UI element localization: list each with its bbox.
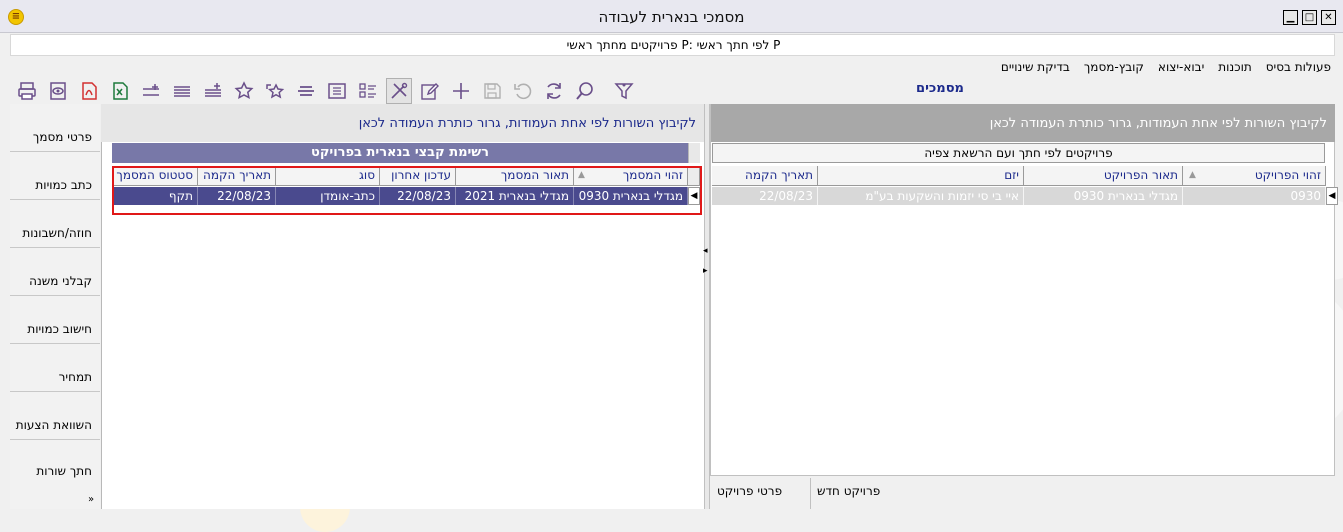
checklist-button[interactable] xyxy=(355,78,381,104)
add-lines-button[interactable] xyxy=(200,78,226,104)
tab-subcontractors[interactable]: קבלני משנה xyxy=(10,248,100,296)
tab-bill-of-quantities[interactable]: כתב כמויות xyxy=(10,152,100,200)
collapse-right-icon[interactable]: ▸ xyxy=(703,266,708,276)
maximize-button[interactable]: □ xyxy=(1302,10,1317,25)
printer-icon xyxy=(18,82,36,100)
print-button[interactable] xyxy=(14,78,40,104)
new-project-tab[interactable]: פרויקט חדש xyxy=(817,484,880,502)
preview-button[interactable] xyxy=(45,78,71,104)
cell-project-id[interactable]: 0930 xyxy=(1183,187,1326,205)
lines-button[interactable] xyxy=(169,78,195,104)
save-icon xyxy=(484,83,501,99)
preview-icon xyxy=(50,82,66,100)
lines-add-icon xyxy=(205,83,221,97)
tab-separator xyxy=(810,478,811,509)
search-icon xyxy=(576,82,593,100)
subtitle: פרויקטים מחתך ראשי P: לפי חתך ראשי P xyxy=(566,38,781,52)
undo-icon xyxy=(514,83,532,100)
grid-title: רשימת קבצי בנארית בפרויקט xyxy=(112,143,688,163)
save-button[interactable] xyxy=(479,78,505,104)
menu-bar: פעולות בסיס תוכנות יבוא-יצוא קובץ-מסמך ב… xyxy=(1001,60,1331,78)
panel-title: מסמכים xyxy=(916,81,964,96)
align-icon xyxy=(143,84,159,96)
refresh-icon xyxy=(547,83,561,99)
group-by-hint[interactable]: לקיבוץ השורות לפי אחת העמודות, גרור כותר… xyxy=(101,104,704,142)
cell-project-description[interactable]: מגדלי בנארית 0930 xyxy=(1024,187,1183,205)
tools-icon xyxy=(391,82,408,99)
lines-icon xyxy=(174,86,190,97)
menu-item-check-changes[interactable]: בדיקת שינויים xyxy=(1001,60,1070,78)
filter-button[interactable] xyxy=(611,78,637,104)
window-title: מסמכי בנארית לעבודה xyxy=(598,8,745,26)
list-button[interactable] xyxy=(293,78,319,104)
search-button[interactable] xyxy=(572,78,598,104)
pdf-icon xyxy=(82,82,97,100)
grid-title: פרויקטים לפי חתך ועם הרשאת צפיה xyxy=(712,143,1325,163)
checklist-icon xyxy=(359,83,376,98)
tab-contract-invoices[interactable]: חוזה/חשבונות xyxy=(10,200,100,248)
star-back-icon xyxy=(266,83,285,99)
tabs-more-icon[interactable]: » xyxy=(88,494,94,505)
menu-item-import-export[interactable]: יבוא-יצוא xyxy=(1158,60,1204,78)
edit-button[interactable] xyxy=(417,78,443,104)
plus-icon xyxy=(453,83,469,99)
fit-button[interactable] xyxy=(324,78,350,104)
menu-item-basic-actions[interactable]: פעולות בסיס xyxy=(1266,60,1331,78)
row-indicator-icon[interactable]: ◀ xyxy=(1326,187,1338,205)
close-button[interactable]: ✕ xyxy=(1321,10,1336,25)
project-details-tab[interactable]: פרטי פרויקט xyxy=(717,484,782,502)
menu-item-programs[interactable]: תוכנות xyxy=(1218,60,1251,78)
undo-button[interactable] xyxy=(510,78,536,104)
export-pdf-button[interactable] xyxy=(76,78,102,104)
grid-title-corner xyxy=(688,143,700,163)
add-button[interactable] xyxy=(448,78,474,104)
documents-panel xyxy=(101,104,704,509)
fit-icon xyxy=(328,83,346,99)
column-header-project-description[interactable]: תאור הפרויקט xyxy=(1024,166,1183,186)
tools-button[interactable] xyxy=(386,78,412,104)
align-button[interactable] xyxy=(138,78,164,104)
minimize-button[interactable]: ▁ xyxy=(1283,10,1298,25)
subtitle-bar: פרויקטים מחתך ראשי P: לפי חתך ראשי P xyxy=(10,34,1335,56)
excel-icon xyxy=(113,82,128,100)
highlight-box xyxy=(112,166,702,215)
star-icon xyxy=(234,81,254,100)
refresh-button[interactable] xyxy=(541,78,567,104)
filter-icon xyxy=(614,83,634,100)
collapse-left-icon[interactable]: ◂ xyxy=(703,246,708,256)
cell-developer[interactable]: איי בי סי יזמות והשקעות בע"מ xyxy=(818,187,1024,205)
tab-quantity-calc[interactable]: חישוב כמויות xyxy=(10,296,100,344)
column-header-project-id[interactable]: זהוי הפרויקט ▲ xyxy=(1183,166,1326,186)
toolbar xyxy=(14,78,637,104)
export-excel-button[interactable] xyxy=(107,78,133,104)
column-header-created-date[interactable]: תאריך הקמה xyxy=(712,166,818,186)
list-icon xyxy=(298,86,314,96)
menu-item-file-document[interactable]: קובץ-מסמך xyxy=(1084,60,1144,78)
side-tab-strip: פרטי מסמך כתב כמויות חוזה/חשבונות קבלני … xyxy=(10,104,100,509)
favorite-back-button[interactable] xyxy=(262,78,288,104)
tab-document-details[interactable]: פרטי מסמך xyxy=(10,104,100,152)
group-by-hint[interactable]: לקיבוץ השורות לפי אחת העמודות, גרור כותר… xyxy=(711,104,1335,142)
bottom-tab-bar xyxy=(710,478,1335,509)
favorite-button[interactable] xyxy=(231,78,257,104)
sort-asc-icon: ▲ xyxy=(1189,170,1196,180)
cell-created-date[interactable]: 22/08/23 xyxy=(712,187,818,205)
tab-row-section[interactable]: חתך שורות xyxy=(10,440,100,509)
tab-compare-offers[interactable]: השוואת הצעות xyxy=(10,392,100,440)
tab-pricing[interactable]: תמחיר xyxy=(10,344,100,392)
column-header-developer[interactable]: יזם xyxy=(818,166,1024,186)
edit-icon xyxy=(421,83,439,100)
